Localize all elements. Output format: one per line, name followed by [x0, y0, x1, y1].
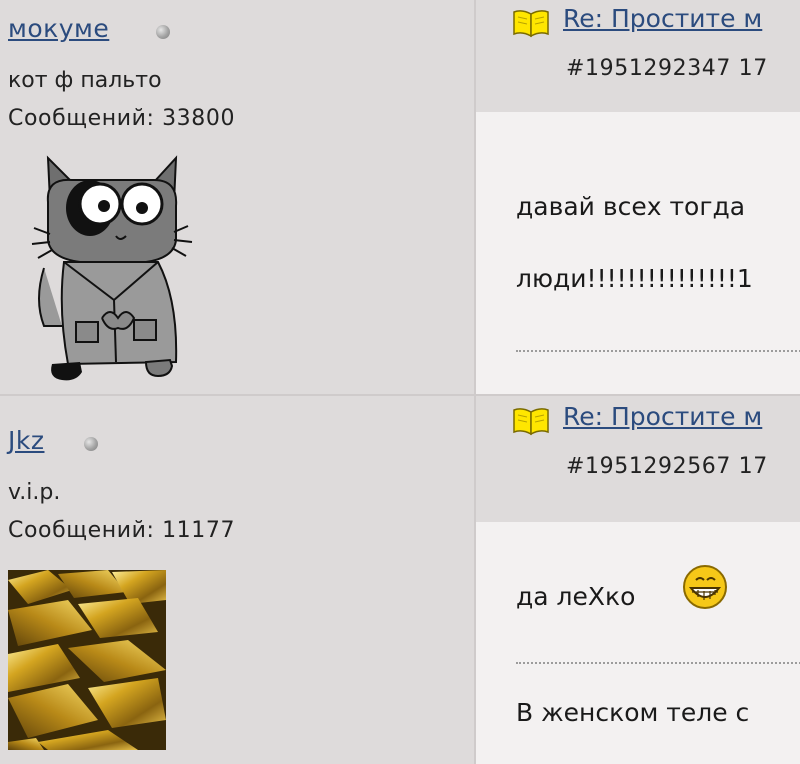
author-rank: кот ф пальто [8, 68, 162, 93]
post-text-line: давай всех тогда [516, 192, 746, 221]
cat-in-coat-avatar [31, 155, 193, 381]
signature-text: В женском теле с [516, 698, 750, 727]
post-text-line: да леХко [516, 582, 636, 611]
post-title-link[interactable]: Re: Простите м [563, 4, 762, 33]
author-message-count: Сообщений: 11177 [8, 518, 236, 543]
post-number: #1951292567 17 [566, 454, 768, 479]
post-title-link[interactable]: Re: Простите м [563, 402, 762, 431]
post-number: #1951292347 17 [566, 56, 768, 81]
post-header: Re: Простите м #1951292347 17 [476, 0, 800, 110]
signature-separator [516, 662, 800, 664]
post-body: да леХко В женском теле с [476, 522, 800, 764]
grin-smiley-icon [683, 565, 727, 609]
author-message-count: Сообщений: 33800 [8, 106, 236, 131]
post-text-line: люди!!!!!!!!!!!!!!!1 [516, 264, 753, 293]
author-panel: мокуме кот ф пальто Сообщений: 33800 [0, 0, 474, 394]
post-body: давай всех тогда люди!!!!!!!!!!!!!!!1 [476, 112, 800, 394]
forum-post: мокуме кот ф пальто Сообщений: 33800 Re:… [0, 0, 800, 394]
open-book-icon [513, 10, 549, 38]
author-rank: v.i.p. [8, 480, 61, 505]
author-name-link[interactable]: мокуме [8, 14, 109, 43]
offline-status-icon [84, 437, 98, 451]
offline-status-icon [156, 25, 170, 39]
gold-bars-avatar [8, 570, 166, 750]
forum-post: Jkz v.i.p. Сообщений: 11177 Re: Простите… [0, 396, 800, 764]
signature-separator [516, 350, 800, 352]
open-book-icon [513, 408, 549, 436]
author-panel: Jkz v.i.p. Сообщений: 11177 [0, 396, 474, 764]
post-header: Re: Простите м #1951292567 17 [476, 398, 800, 508]
author-name-link[interactable]: Jkz [8, 426, 44, 455]
